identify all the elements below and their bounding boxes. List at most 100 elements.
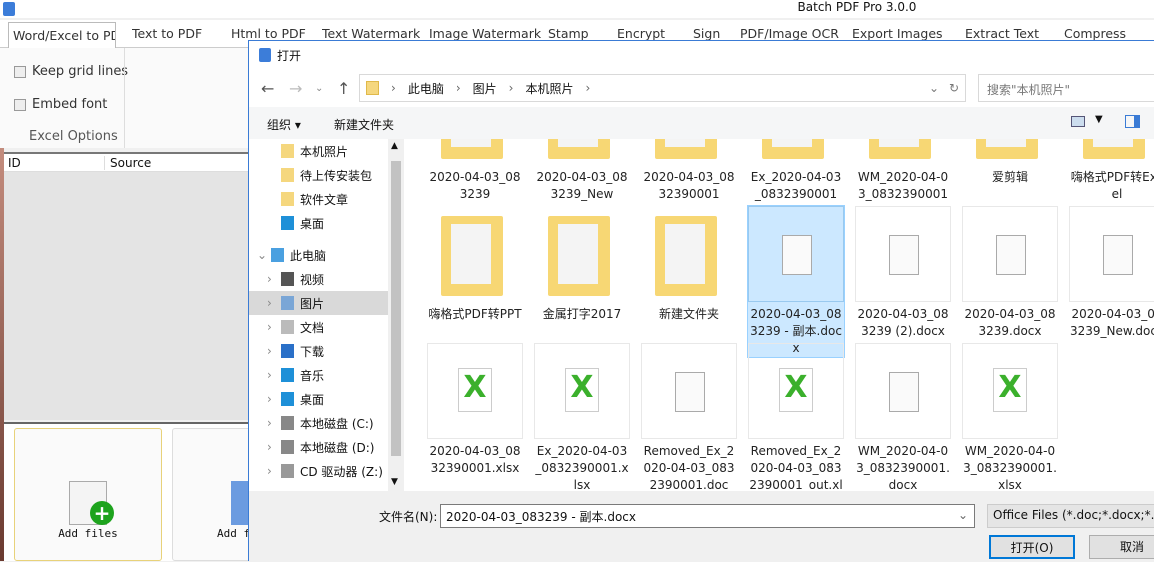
tab-sign[interactable]: Sign	[693, 26, 720, 41]
refresh-icon[interactable]: ↻	[949, 81, 959, 95]
tab-image-watermark[interactable]: Image Watermark	[429, 26, 541, 41]
filename-input[interactable]: 2020-04-03_083239 - 副本.docx ⌄	[440, 504, 975, 528]
file-item[interactable]: Removed_Ex_2020-04-03_0832390001.doc	[641, 343, 737, 491]
file-name: 2020-04-03_083239	[429, 170, 521, 201]
nav-item[interactable]: › 下载	[249, 339, 388, 363]
back-arrow-icon[interactable]: ←	[261, 79, 274, 98]
file-item[interactable]: 2020-04-03_083239_New.docx	[1069, 206, 1154, 340]
file-item[interactable]: 2020-04-03_083239_New	[534, 139, 630, 203]
file-item[interactable]: X WM_2020-04-03_0832390001.xlsx	[962, 343, 1058, 491]
tab-pdf-image-ocr[interactable]: PDF/Image OCR	[740, 26, 839, 41]
view-options-icon[interactable]	[1071, 116, 1085, 127]
recent-chevron-icon[interactable]: ⌄	[315, 83, 323, 94]
file-item[interactable]: 新建文件夹	[641, 206, 737, 323]
nav-item[interactable]: › 视频	[249, 267, 388, 291]
file-type-select[interactable]: Office Files (*.doc;*.docx;*.xls	[987, 504, 1154, 528]
nav-item[interactable]: ⌄ 此电脑	[249, 243, 388, 267]
history-dropdown-icon[interactable]: ⌄	[929, 81, 939, 95]
nav-item[interactable]: 桌面	[249, 211, 388, 235]
file-item[interactable]: Ex_2020-04-03_0832390001	[748, 139, 844, 203]
file-item[interactable]: 嗨格式PDF转Excel	[1069, 139, 1154, 203]
nav-item[interactable]: 软件文章	[249, 187, 388, 211]
tab-html-to-pdf[interactable]: Html to PDF	[231, 26, 306, 41]
tab-text-to-pdf[interactable]: Text to PDF	[132, 26, 202, 41]
column-source[interactable]: Source	[104, 156, 151, 170]
organize-menu[interactable]: 组织 ▾	[267, 116, 301, 133]
file-item[interactable]: 2020-04-03_083239 (2).docx	[855, 206, 951, 340]
nav-item[interactable]: › 本地磁盘 (D:)	[249, 435, 388, 459]
cancel-button[interactable]: 取消	[1089, 535, 1154, 559]
file-item[interactable]: X Removed_Ex_2020-04-03_0832390001_out.xl…	[748, 343, 844, 491]
file-list[interactable]	[4, 152, 248, 420]
nav-item[interactable]: › 图片	[249, 291, 388, 315]
folder-thumbnail	[855, 139, 951, 165]
chevron-right-icon[interactable]: ›	[267, 464, 281, 478]
add-files-button[interactable]: + Add files	[14, 428, 162, 561]
nav-item[interactable]: › 桌面	[249, 387, 388, 411]
tab-stamp[interactable]: Stamp	[548, 26, 589, 41]
nav-item[interactable]: 本机照片	[249, 139, 388, 163]
nav-item[interactable]: 待上传安装包	[249, 163, 388, 187]
file-item[interactable]: 2020-04-03_083239.docx	[962, 206, 1058, 340]
nav-item-label: 本机照片	[300, 144, 349, 159]
chevron-right-icon[interactable]: ›	[267, 416, 281, 430]
nav-item[interactable]: › 音乐	[249, 363, 388, 387]
file-item[interactable]: 金属打字2017	[534, 206, 630, 323]
file-item[interactable]: WM_2020-04-03_0832390001.docx	[855, 343, 951, 491]
address-bar[interactable]: › 此电脑 › 图片 › 本机照片 › ⌄ ↻	[359, 74, 966, 102]
file-name: Ex_2020-04-03_0832390001	[750, 170, 842, 201]
forward-arrow-icon[interactable]: →	[289, 79, 302, 98]
nav-item[interactable]: › 文档	[249, 315, 388, 339]
file-item[interactable]: X 2020-04-03_0832390001.xlsx	[427, 343, 523, 477]
chevron-right-icon[interactable]: ›	[267, 392, 281, 406]
preview-pane-icon[interactable]	[1125, 115, 1140, 128]
keep-grid-lines-checkbox[interactable]: Keep grid lines	[14, 64, 128, 79]
file-name: 金属打字2017	[542, 307, 622, 321]
open-button[interactable]: 打开(O)	[989, 535, 1075, 559]
documents-icon	[281, 320, 294, 334]
dialog-title-bar: 打开	[249, 41, 1154, 69]
list-header: ID Source	[4, 154, 248, 172]
nav-item[interactable]: › CD 驱动器 (Z:)	[249, 459, 388, 483]
search-input[interactable]: 搜索"本机照片"	[978, 74, 1154, 102]
chevron-down-icon[interactable]: ⌄	[958, 508, 968, 522]
tab-export-images[interactable]: Export Images	[852, 26, 943, 41]
nav-scrollbar-thumb[interactable]	[391, 161, 401, 456]
new-folder-button[interactable]: 新建文件夹	[334, 116, 394, 133]
file-item[interactable]: X Ex_2020-04-03_0832390001.xlsx	[534, 343, 630, 491]
breadcrumb-this-pc[interactable]: 此电脑	[408, 80, 444, 97]
tab-text-watermark[interactable]: Text Watermark	[322, 26, 420, 41]
file-item[interactable]: 嗨格式PDF转PPT	[427, 206, 523, 323]
nav-item[interactable]: › 本地磁盘 (C:)	[249, 411, 388, 435]
folder-icon	[655, 139, 717, 159]
chevron-right-icon[interactable]: ›	[267, 440, 281, 454]
doc-thumbnail	[641, 343, 737, 439]
file-item[interactable]: 2020-04-03_0832390001	[641, 139, 737, 203]
file-name: 2020-04-03_083239_New.docx	[1069, 307, 1154, 338]
scroll-up-icon[interactable]: ▲	[391, 141, 398, 151]
chevron-down-icon[interactable]: ⌄	[257, 248, 271, 262]
column-id[interactable]: ID	[8, 156, 21, 170]
folder-icon	[548, 139, 610, 159]
chevron-right-icon[interactable]: ›	[267, 272, 281, 286]
up-arrow-icon[interactable]: ↑	[337, 79, 350, 98]
chevron-right-icon[interactable]: ›	[267, 320, 281, 334]
chevron-right-icon[interactable]: ›	[267, 344, 281, 358]
embed-font-checkbox[interactable]: Embed font	[14, 97, 107, 112]
scroll-down-icon[interactable]: ▼	[391, 477, 398, 487]
chevron-right-icon[interactable]: ›	[267, 296, 281, 310]
tab-word-excel-to-pdf[interactable]: Word/Excel to PDF	[8, 22, 116, 49]
file-item[interactable]: 2020-04-03_083239	[427, 139, 523, 203]
tab-encrypt[interactable]: Encrypt	[617, 26, 665, 41]
breadcrumb-pictures[interactable]: 图片	[473, 80, 497, 97]
tab-extract-text[interactable]: Extract Text	[965, 26, 1039, 41]
drive-icon	[281, 416, 294, 430]
view-dropdown-icon[interactable]: ▼	[1095, 114, 1103, 125]
tab-compress[interactable]: Compress	[1064, 26, 1126, 41]
file-item[interactable]: 2020-04-03_083239 - 副本.docx	[747, 205, 845, 358]
chevron-right-icon[interactable]: ›	[267, 368, 281, 382]
file-item[interactable]: WM_2020-04-03_0832390001	[855, 139, 951, 203]
excel-thumbnail: X	[748, 343, 844, 439]
breadcrumb-local-photos[interactable]: 本机照片	[525, 80, 573, 97]
file-item[interactable]: 爱剪辑	[962, 139, 1058, 186]
